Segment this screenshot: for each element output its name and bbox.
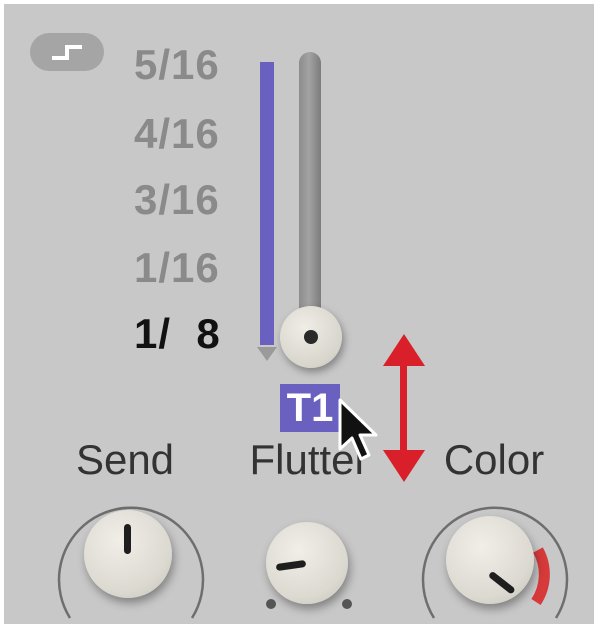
delay-panel: 5/16 4/16 3/16 1/16 1/ 8 T1 Send Flutter… — [4, 4, 594, 624]
color-label: Color — [443, 436, 545, 483]
vertical-drag-arrow-icon — [383, 334, 425, 482]
division-1-16[interactable]: 1/16 — [134, 244, 239, 292]
step-mode-button[interactable] — [30, 33, 104, 71]
flutter-max-dot — [342, 599, 352, 609]
send-knob-pointer — [124, 524, 131, 554]
slider-handle-dot — [304, 330, 318, 344]
send-label: Send — [75, 436, 175, 483]
modulation-range-bar — [260, 62, 274, 345]
rate-slider-handle[interactable] — [280, 306, 342, 368]
step-function-icon — [52, 45, 82, 60]
flutter-knob-pointer — [275, 559, 307, 572]
color-knob-pointer — [487, 570, 516, 595]
range-end-arrow-icon — [257, 347, 277, 361]
flutter-min-dot — [266, 599, 276, 609]
division-1-8[interactable]: 1/ 8 — [134, 310, 239, 358]
tempo-badge[interactable]: T1 — [280, 384, 340, 432]
division-3-16[interactable]: 3/16 — [134, 176, 239, 224]
mouse-cursor-icon — [338, 398, 378, 461]
color-knob[interactable] — [446, 516, 534, 604]
division-4-16[interactable]: 4/16 — [134, 110, 239, 158]
rate-slider-track[interactable] — [299, 52, 321, 342]
flutter-knob[interactable] — [266, 522, 348, 604]
division-5-16[interactable]: 5/16 — [134, 41, 239, 89]
send-knob[interactable] — [84, 510, 172, 598]
